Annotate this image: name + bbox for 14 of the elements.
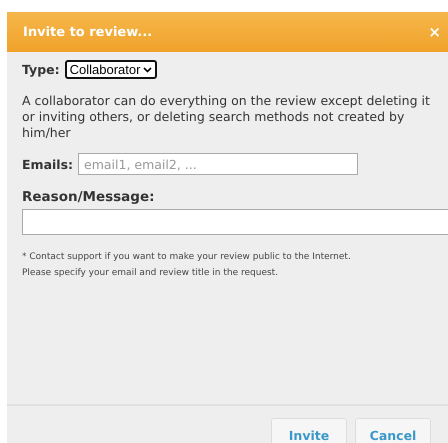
note-text: * Contact support if you want to make your review public to the Internet. <box>22 251 352 264</box>
reason-field[interactable] <box>22 209 448 235</box>
emails-field[interactable]: email1, email2, ... <box>78 153 358 175</box>
type-label: Type: <box>22 62 60 77</box>
chevron-icon <box>143 66 152 72</box>
dialog-button[interactable]: Cancel <box>355 418 431 443</box>
description-text: A collaborator can do everything on the review except deleting it or inviting others, or deleting search methods not created by him/her <box>22 93 431 141</box>
note-text: Please specify your email and review title in the request. <box>22 267 280 280</box>
dialog-button[interactable]: Invite <box>271 418 347 443</box>
close-button[interactable]: × <box>428 23 441 41</box>
type-dropdown[interactable]: Collaborator <box>64 60 158 79</box>
emails-label: Emails: <box>22 156 74 172</box>
dialog-title: Invite to review... <box>23 24 152 40</box>
reason-label: Reason/Message: <box>22 189 156 205</box>
